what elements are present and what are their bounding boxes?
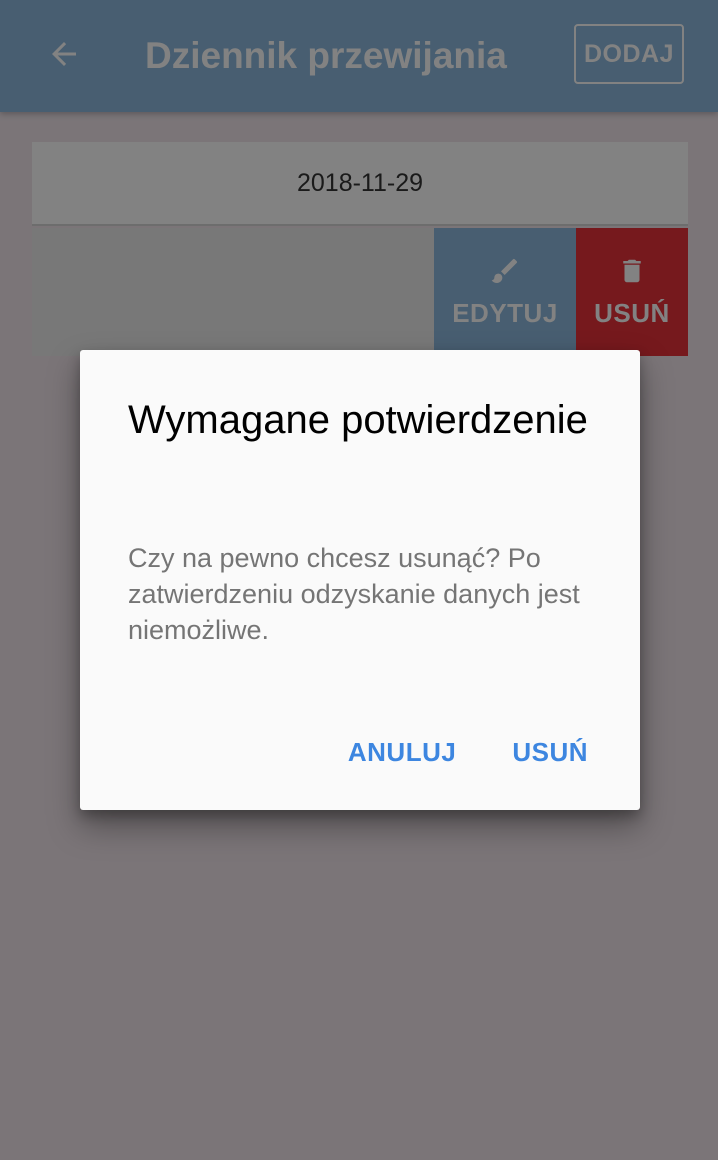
dialog-actions: ANULUJ USUŃ	[332, 728, 604, 776]
cancel-button[interactable]: ANULUJ	[332, 728, 472, 776]
dialog-message: Czy na pewno chcesz usunąć? Po zatwierdz…	[128, 543, 580, 645]
confirm-delete-button[interactable]: USUŃ	[496, 728, 604, 776]
dialog-title: Wymagane potwierdzenie	[128, 398, 588, 442]
confirm-dialog: Wymagane potwierdzenie Czy na pewno chce…	[80, 350, 640, 810]
